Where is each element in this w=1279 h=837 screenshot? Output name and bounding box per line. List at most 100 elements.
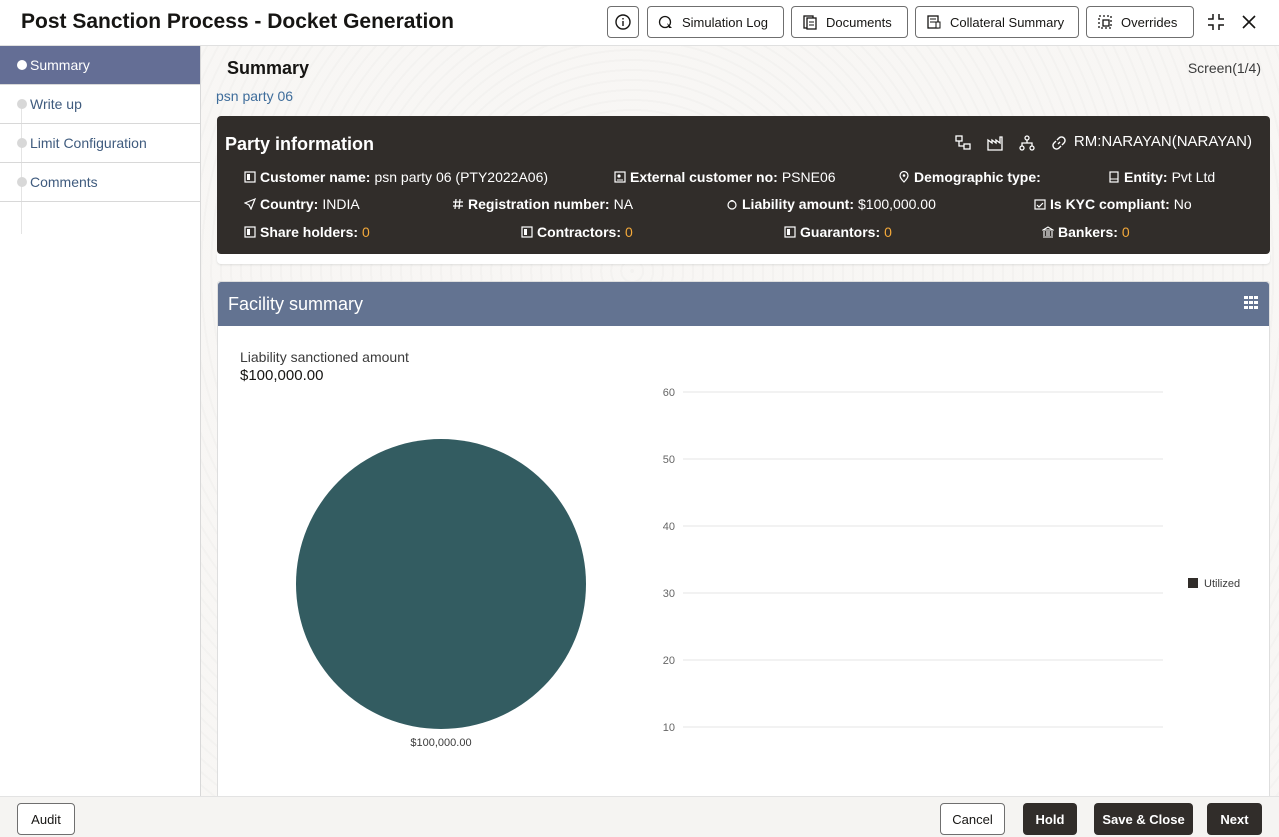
country-field: Country: INDIA xyxy=(243,196,360,212)
contractors-value[interactable]: 0 xyxy=(625,224,633,240)
factory-icon[interactable] xyxy=(986,134,1004,152)
pie-slice-label: $100,000.00 xyxy=(410,737,471,749)
sidebar-item-summary[interactable]: Summary xyxy=(0,46,200,85)
facility-summary-card: Facility summary Liability sanctioned am… xyxy=(217,281,1270,796)
section-title: Summary xyxy=(227,58,310,78)
documents-button[interactable]: Documents xyxy=(791,6,908,38)
entity-field: Entity: Pvt Ltd xyxy=(1107,169,1215,185)
document-icon xyxy=(243,226,256,239)
bankers-field: Bankers: 0 xyxy=(1041,224,1130,240)
hold-button[interactable]: Hold xyxy=(1023,803,1077,835)
collateral-summary-button[interactable]: Collateral Summary xyxy=(915,6,1079,38)
sidebar: Summary Write up Limit Configuration Com… xyxy=(0,46,201,796)
external-customer-no-value: PSNE06 xyxy=(781,169,836,185)
party-name-link[interactable]: psn party 06 xyxy=(216,88,293,104)
overrides-label: Overrides xyxy=(1121,14,1178,30)
party-actions xyxy=(954,134,1068,152)
liability-amount-value: $100,000.00 xyxy=(858,196,936,212)
guarantors-field: Guarantors: 0 xyxy=(783,224,892,240)
contractors-field: Contractors: 0 xyxy=(520,224,633,240)
page-title: Post Sanction Process - Docket Generatio… xyxy=(21,10,454,33)
link-icon[interactable] xyxy=(1050,134,1068,152)
step-dot xyxy=(17,99,27,109)
sidebar-item-label: Limit Configuration xyxy=(30,135,147,151)
close-button[interactable] xyxy=(1238,11,1260,33)
documents-icon xyxy=(803,15,817,30)
hash-icon xyxy=(451,198,464,211)
entity-icon xyxy=(1107,171,1120,184)
main-content: Summary Screen(1/4) psn party 06 Party i… xyxy=(201,46,1279,796)
share-holders-field: Share holders: 0 xyxy=(243,224,370,240)
collateral-summary-label: Collateral Summary xyxy=(950,14,1065,30)
overrides-icon xyxy=(1098,15,1112,29)
kyc-compliant-value: No xyxy=(1173,196,1192,212)
external-customer-no-field: External customer no: PSNE06 xyxy=(613,169,836,185)
guarantors-value[interactable]: 0 xyxy=(884,224,892,240)
document-icon xyxy=(520,226,533,239)
facility-summary-title: Facility summary xyxy=(228,293,364,314)
header-bar: Post Sanction Process - Docket Generatio… xyxy=(0,0,1279,46)
sidebar-item-limit-configuration[interactable]: Limit Configuration xyxy=(0,124,200,163)
legend-swatch xyxy=(1188,578,1198,588)
facility-summary-header: Facility summary xyxy=(218,282,1269,326)
overrides-button[interactable]: Overrides xyxy=(1086,6,1194,38)
share-holders-value[interactable]: 0 xyxy=(362,224,370,240)
screen-indicator: Screen(1/4) xyxy=(1187,60,1261,76)
close-icon xyxy=(1242,15,1256,29)
collateral-icon xyxy=(927,15,941,29)
grid-view-icon[interactable] xyxy=(1243,295,1259,316)
legend-label[interactable]: Utilized xyxy=(1204,578,1240,590)
footer-bar: Audit Cancel Hold Save & Close Next xyxy=(0,796,1279,837)
y-tick-label: 40 xyxy=(663,521,675,533)
collapse-icon xyxy=(1208,14,1224,30)
registration-number-value: NA xyxy=(613,196,634,212)
pie-slice[interactable] xyxy=(296,439,586,729)
external-id-icon xyxy=(613,171,626,184)
step-dot xyxy=(17,60,27,70)
document-icon xyxy=(783,226,796,239)
bankers-value[interactable]: 0 xyxy=(1122,224,1130,240)
customer-name-value: psn party 06 (PTY2022A06) xyxy=(374,169,549,185)
relationship-manager: RM:NARAYAN(NARAYAN) xyxy=(1073,133,1252,150)
y-tick-label: 60 xyxy=(663,387,675,399)
liability-sanctioned-label: Liability sanctioned amount xyxy=(240,349,409,365)
sidebar-item-label: Write up xyxy=(30,96,82,112)
info-button[interactable] xyxy=(607,6,639,38)
liability-pie-chart: $100,000.00 xyxy=(296,439,586,749)
id-card-icon xyxy=(243,171,256,184)
sidebar-item-label: Summary xyxy=(30,57,90,73)
kyc-icon xyxy=(1033,198,1046,211)
money-bag-icon xyxy=(725,198,738,211)
step-dot xyxy=(17,177,27,187)
entity-value: Pvt Ltd xyxy=(1171,169,1216,185)
liability-amount-field: Liability amount: $100,000.00 xyxy=(725,196,936,212)
sidebar-item-comments[interactable]: Comments xyxy=(0,163,200,202)
navigation-icon xyxy=(243,198,256,211)
sidebar-item-label: Comments xyxy=(30,174,98,190)
collapse-button[interactable] xyxy=(1205,11,1227,33)
location-pin-icon xyxy=(897,171,910,184)
y-tick-label: 10 xyxy=(663,722,675,734)
save-close-button[interactable]: Save & Close xyxy=(1094,803,1193,835)
group-icon[interactable] xyxy=(1018,134,1036,152)
y-tick-label: 30 xyxy=(663,588,675,600)
y-tick-label: 50 xyxy=(663,454,675,466)
audit-button[interactable]: Audit xyxy=(17,803,75,835)
party-card-title: Party information xyxy=(225,134,375,154)
customer-name-field: Customer name: psn party 06 (PTY2022A06) xyxy=(243,169,548,185)
documents-label: Documents xyxy=(826,14,892,30)
step-dot xyxy=(17,138,27,148)
next-button[interactable]: Next xyxy=(1207,803,1262,835)
utilization-bar-chart: 10 20 30 40 50 60 Utilized xyxy=(663,387,1240,734)
y-tick-label: 20 xyxy=(663,655,675,667)
country-value: INDIA xyxy=(322,196,360,212)
simulation-log-label: Simulation Log xyxy=(682,14,768,30)
cancel-button[interactable]: Cancel xyxy=(940,803,1005,835)
demographic-type-field: Demographic type: xyxy=(897,169,1045,185)
kyc-compliant-field: Is KYC compliant: No xyxy=(1033,196,1192,212)
hierarchy-icon[interactable] xyxy=(954,134,972,152)
liability-sanctioned-value: $100,000.00 xyxy=(240,367,324,384)
simulation-log-button[interactable]: Simulation Log xyxy=(647,6,784,38)
sidebar-item-write-up[interactable]: Write up xyxy=(0,85,200,124)
registration-number-field: Registration number: NA xyxy=(451,196,633,212)
